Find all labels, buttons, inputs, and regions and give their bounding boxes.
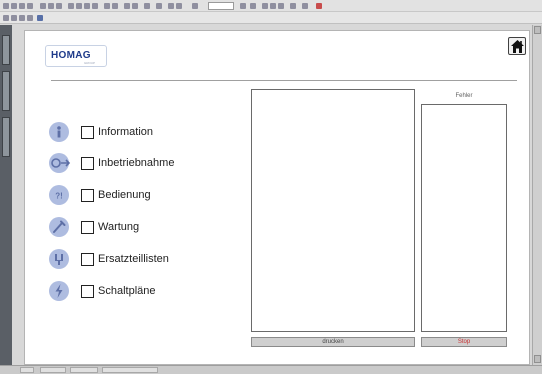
highlight-icon[interactable] xyxy=(27,15,33,21)
home-button[interactable] xyxy=(508,37,526,55)
nav-label-ersatzteillisten: Ersatzteillisten xyxy=(98,253,169,265)
stop-button[interactable]: Stop xyxy=(421,337,507,347)
nav-label-bedienung: Bedienung xyxy=(98,189,151,201)
info-icon xyxy=(49,122,69,142)
manual-page: HOMAG GROUP Information Inbetriebnahme ?… xyxy=(24,30,530,365)
commissioning-icon xyxy=(49,153,71,173)
rotate-icon[interactable] xyxy=(290,3,296,9)
nav-label-information: Information xyxy=(98,126,154,138)
binoculars-icon[interactable] xyxy=(40,3,46,9)
vertical-scrollbar[interactable] xyxy=(532,25,542,365)
fit-page-icon[interactable] xyxy=(262,3,268,9)
print-button[interactable]: drucken xyxy=(251,337,415,347)
scroll-up-icon[interactable] xyxy=(534,26,541,34)
wartung-checkbox[interactable] xyxy=(81,221,94,234)
nav-label-wartung: Wartung xyxy=(98,221,140,233)
nav-item-inbetriebnahme[interactable]: Inbetriebnahme xyxy=(49,153,249,173)
snapshot-icon[interactable] xyxy=(156,3,162,9)
logo-brand: HOMAG xyxy=(51,50,91,61)
nav-item-ersatzteillisten[interactable]: Ersatzteillisten xyxy=(49,249,249,269)
nav-item-schaltplaene[interactable]: Schaltpläne xyxy=(49,281,249,301)
bookmark-icon[interactable] xyxy=(3,15,9,21)
back-icon[interactable] xyxy=(104,3,110,9)
ersatzteillisten-checkbox[interactable] xyxy=(81,253,94,266)
reflow-icon[interactable] xyxy=(278,3,284,9)
forward-icon[interactable] xyxy=(112,3,118,9)
pages-tab[interactable] xyxy=(2,117,10,157)
print-icon[interactable] xyxy=(27,3,33,9)
bedienung-checkbox[interactable] xyxy=(81,189,94,202)
text-select-icon[interactable] xyxy=(144,3,150,9)
first-page-icon[interactable] xyxy=(68,3,74,9)
operation-icon: ?! xyxy=(49,185,69,205)
new-file-icon[interactable] xyxy=(3,3,9,9)
svg-text:?!: ?! xyxy=(55,192,63,201)
nav-item-information[interactable]: Information xyxy=(49,122,249,142)
zoom-in-icon[interactable] xyxy=(176,3,182,9)
page-nav-buttons[interactable] xyxy=(70,367,98,373)
content-list-box[interactable] xyxy=(251,89,415,332)
hand-tool-icon[interactable] xyxy=(124,3,130,9)
page-size-indicator xyxy=(20,367,34,373)
error-list-box[interactable] xyxy=(421,104,507,332)
signatures-tab[interactable] xyxy=(2,71,10,111)
comment-icon[interactable] xyxy=(19,15,25,21)
information-checkbox[interactable] xyxy=(81,126,94,139)
nav-label-inbetriebnahme: Inbetriebnahme xyxy=(98,157,175,169)
acrobat-icon[interactable] xyxy=(316,3,322,9)
prev-page-icon[interactable] xyxy=(76,3,82,9)
maintenance-icon xyxy=(49,217,69,237)
zoom-out-icon[interactable] xyxy=(168,3,174,9)
scroll-down-icon[interactable] xyxy=(534,355,541,363)
zoom-field[interactable] xyxy=(208,2,234,10)
last-page-icon[interactable] xyxy=(92,3,98,9)
secondary-toolbar xyxy=(0,12,542,24)
page-nav-field[interactable] xyxy=(40,367,66,373)
save-icon[interactable] xyxy=(19,3,25,9)
actual-size-icon[interactable] xyxy=(250,3,256,9)
status-bar xyxy=(0,365,542,374)
zoom-dropdown-icon[interactable] xyxy=(240,3,246,9)
nav-item-bedienung[interactable]: ?! Bedienung xyxy=(49,185,249,205)
fit-width-icon[interactable] xyxy=(270,3,276,9)
inbetriebnahme-checkbox[interactable] xyxy=(81,157,94,170)
home-icon xyxy=(511,40,524,53)
bookmarks-tab[interactable] xyxy=(2,35,10,65)
select-tool-icon[interactable] xyxy=(132,3,138,9)
nav-label-schaltplaene: Schaltpläne xyxy=(98,285,156,297)
markup-icon[interactable] xyxy=(37,15,43,21)
circuit-diagram-icon xyxy=(49,281,69,301)
main-toolbar xyxy=(0,0,542,12)
magnifier-icon[interactable] xyxy=(192,3,198,9)
logo-subtitle: GROUP xyxy=(84,61,96,65)
header-divider xyxy=(51,80,517,81)
error-panel-label: Fehler xyxy=(455,93,473,99)
nav-item-wartung[interactable]: Wartung xyxy=(49,217,249,237)
homag-logo: HOMAG GROUP xyxy=(45,45,107,67)
tool-icon[interactable] xyxy=(56,3,62,9)
find-icon[interactable] xyxy=(48,3,54,9)
thumbnail-icon[interactable] xyxy=(11,15,17,21)
help-icon[interactable] xyxy=(302,3,308,9)
schaltplaene-checkbox[interactable] xyxy=(81,285,94,298)
left-tab-strip xyxy=(0,25,12,365)
view-mode-buttons[interactable] xyxy=(102,367,158,373)
next-page-icon[interactable] xyxy=(84,3,90,9)
open-icon[interactable] xyxy=(11,3,17,9)
spare-parts-icon xyxy=(49,249,69,269)
